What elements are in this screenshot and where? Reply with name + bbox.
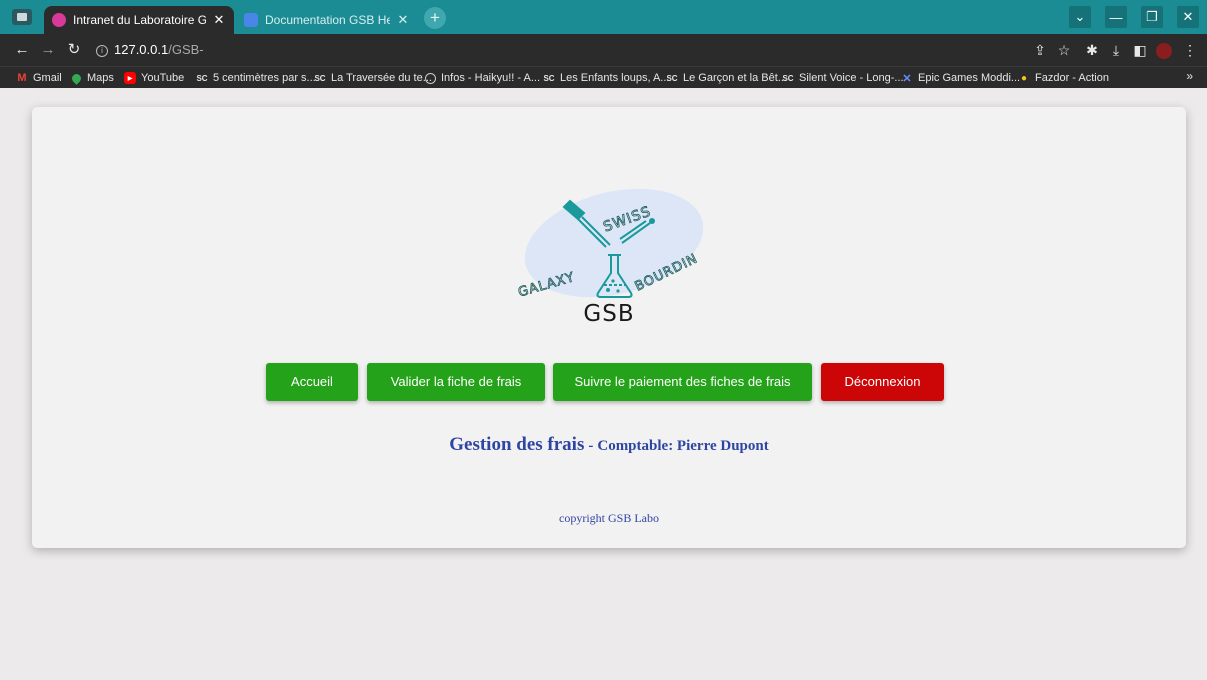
main-menu: Accueil Valider la fiche de frais Suivre… [32, 363, 1186, 401]
bookmark-enfants-loups[interactable]: SC Les Enfants loups, A... [543, 70, 669, 86]
globe-icon [425, 72, 436, 84]
bookmark-label: Les Enfants loups, A... [560, 72, 670, 84]
bookmark-gmail[interactable]: M Gmail [16, 70, 62, 86]
minimize-button[interactable]: — [1098, 0, 1134, 34]
epic-icon: ✕ [902, 72, 912, 85]
address-bar[interactable]: i127.0.0.1/GSB-final_penkov_herque/index… [96, 39, 336, 79]
bookmarks-more-button[interactable]: » [1186, 69, 1193, 83]
tab-strip: Intranet du Laboratoire Galaxy-S ✕ Docum… [0, 0, 1207, 34]
bookmark-5cm[interactable]: SC 5 centimètres par s... [196, 70, 316, 86]
bookmark-label: Maps [87, 72, 114, 84]
bookmark-traversee[interactable]: SC La Traversée du te... [314, 70, 432, 86]
bookmark-fazdor[interactable]: ● Fazdor - Action [1018, 70, 1109, 86]
intranet-favicon-icon [52, 13, 66, 27]
downloads-button[interactable]: ⤓ [1106, 40, 1126, 60]
bookmark-label: 5 centimètres par s... [213, 72, 316, 84]
brand-title: GSB [583, 301, 635, 327]
profile-button[interactable] [1154, 40, 1174, 60]
deconnexion-button[interactable]: Déconnexion [821, 363, 944, 401]
browser-toolbar: ← → ↻ i127.0.0.1/GSB-final_penkov_herque… [0, 34, 1207, 79]
subtitle-separator: - [588, 438, 594, 454]
sc-icon: SC [196, 73, 208, 83]
bookmark-label: Gmail [33, 72, 62, 84]
star-icon: ☆ [1057, 42, 1071, 58]
arrow-left-icon: ← [14, 41, 30, 58]
docs-favicon-icon [244, 13, 258, 27]
bookmark-epic-games[interactable]: ✕ Epic Games Moddi... [901, 70, 1020, 86]
suivre-paiement-button[interactable]: Suivre le paiement des fiches de frais [553, 363, 812, 401]
sc-icon: SC [782, 73, 794, 83]
tab-title: Documentation GSB Herque, Pen [265, 13, 390, 27]
sc-icon: SC [666, 73, 678, 83]
close-window-button[interactable]: ✕ [1170, 0, 1206, 34]
bookmark-maps[interactable]: Maps [69, 70, 114, 86]
tab-title: Intranet du Laboratoire Galaxy-S [73, 13, 206, 27]
restore-icon: ❐ [1141, 6, 1163, 28]
main-card: SWISS GALAXY BOURDIN GSB Accueil Valider… [32, 107, 1186, 548]
bookmark-star-button[interactable]: ☆ [1054, 40, 1074, 60]
forward-button[interactable]: → [38, 40, 58, 60]
bookmark-label: Silent Voice - Long-... [799, 72, 904, 84]
puzzle-icon: ✱ [1086, 42, 1098, 58]
bookmark-label: YouTube [141, 72, 185, 84]
maps-icon [69, 71, 83, 85]
share-button[interactable]: ⇪ [1030, 40, 1050, 60]
bookmark-garcon[interactable]: SC Le Garçon et la Bêt... [666, 70, 787, 86]
page-subtitle: Gestion des frais - Comptable: Pierre Du… [32, 434, 1186, 456]
bulb-icon: ● [1020, 72, 1028, 84]
side-panel-button[interactable]: ◧ [1130, 40, 1150, 60]
reload-button[interactable]: ↻ [64, 40, 84, 60]
valider-fiche-button[interactable]: Valider la fiche de frais [367, 363, 545, 401]
tab-search-icon[interactable] [12, 9, 32, 25]
close-icon[interactable]: ✕ [396, 12, 410, 28]
close-icon: ✕ [1177, 6, 1199, 28]
side-panel-icon: ◧ [1133, 42, 1147, 58]
avatar [1156, 43, 1172, 60]
tab-list-button[interactable]: ⌄ [1062, 0, 1098, 34]
bookmark-youtube[interactable]: ▶ YouTube [124, 70, 184, 86]
gmail-icon: M [17, 72, 27, 84]
sc-icon: SC [543, 73, 555, 83]
subtitle-role: Comptable: Pierre Dupont [597, 438, 769, 454]
share-icon: ⇪ [1034, 42, 1046, 58]
tab-documentation[interactable]: Documentation GSB Herque, Pen ✕ [236, 6, 418, 34]
site-info-icon[interactable]: i [96, 44, 108, 57]
bookmarks-bar: M Gmail Maps ▶ YouTube SC 5 centimètres par… [0, 66, 1207, 88]
subtitle-main: Gestion des frais [449, 434, 585, 455]
footer-copyright: copyright GSB Labo [559, 511, 659, 525]
url-host: 127.0.0.1 [114, 42, 169, 57]
bookmark-label: Infos - Haikyu!! - A... [441, 72, 541, 84]
close-icon[interactable]: ✕ [212, 12, 226, 28]
back-button[interactable]: ← [12, 40, 32, 60]
download-icon: ⤓ [1112, 42, 1120, 58]
tab-intranet[interactable]: Intranet du Laboratoire Galaxy-S ✕ [44, 6, 234, 34]
arrow-right-icon: → [40, 41, 56, 58]
bookmark-label: Le Garçon et la Bêt... [683, 72, 787, 84]
youtube-icon: ▶ [124, 72, 136, 84]
reload-icon: ↻ [67, 41, 81, 58]
page-viewport: SWISS GALAXY BOURDIN GSB Accueil Valider… [6, 88, 1207, 680]
extensions-button[interactable]: ✱ [1082, 40, 1102, 60]
bookmark-silent-voice[interactable]: SC Silent Voice - Long-... [782, 70, 904, 86]
menu-button[interactable]: ⋮ [1180, 40, 1200, 60]
new-tab-button[interactable]: + [424, 7, 446, 29]
minimize-icon: — [1105, 6, 1127, 28]
restore-button[interactable]: ❐ [1134, 0, 1170, 34]
accueil-button[interactable]: Accueil [266, 363, 358, 401]
bookmark-haikyu[interactable]: Infos - Haikyu!! - A... [425, 70, 540, 86]
bookmark-label: La Traversée du te... [331, 72, 432, 84]
chevron-down-icon: ⌄ [1069, 6, 1091, 28]
more-vertical-icon: ⋮ [1183, 42, 1197, 58]
sc-icon: SC [314, 73, 326, 83]
bookmark-label: Epic Games Moddi... [918, 72, 1021, 84]
bookmark-label: Fazdor - Action [1035, 72, 1109, 84]
